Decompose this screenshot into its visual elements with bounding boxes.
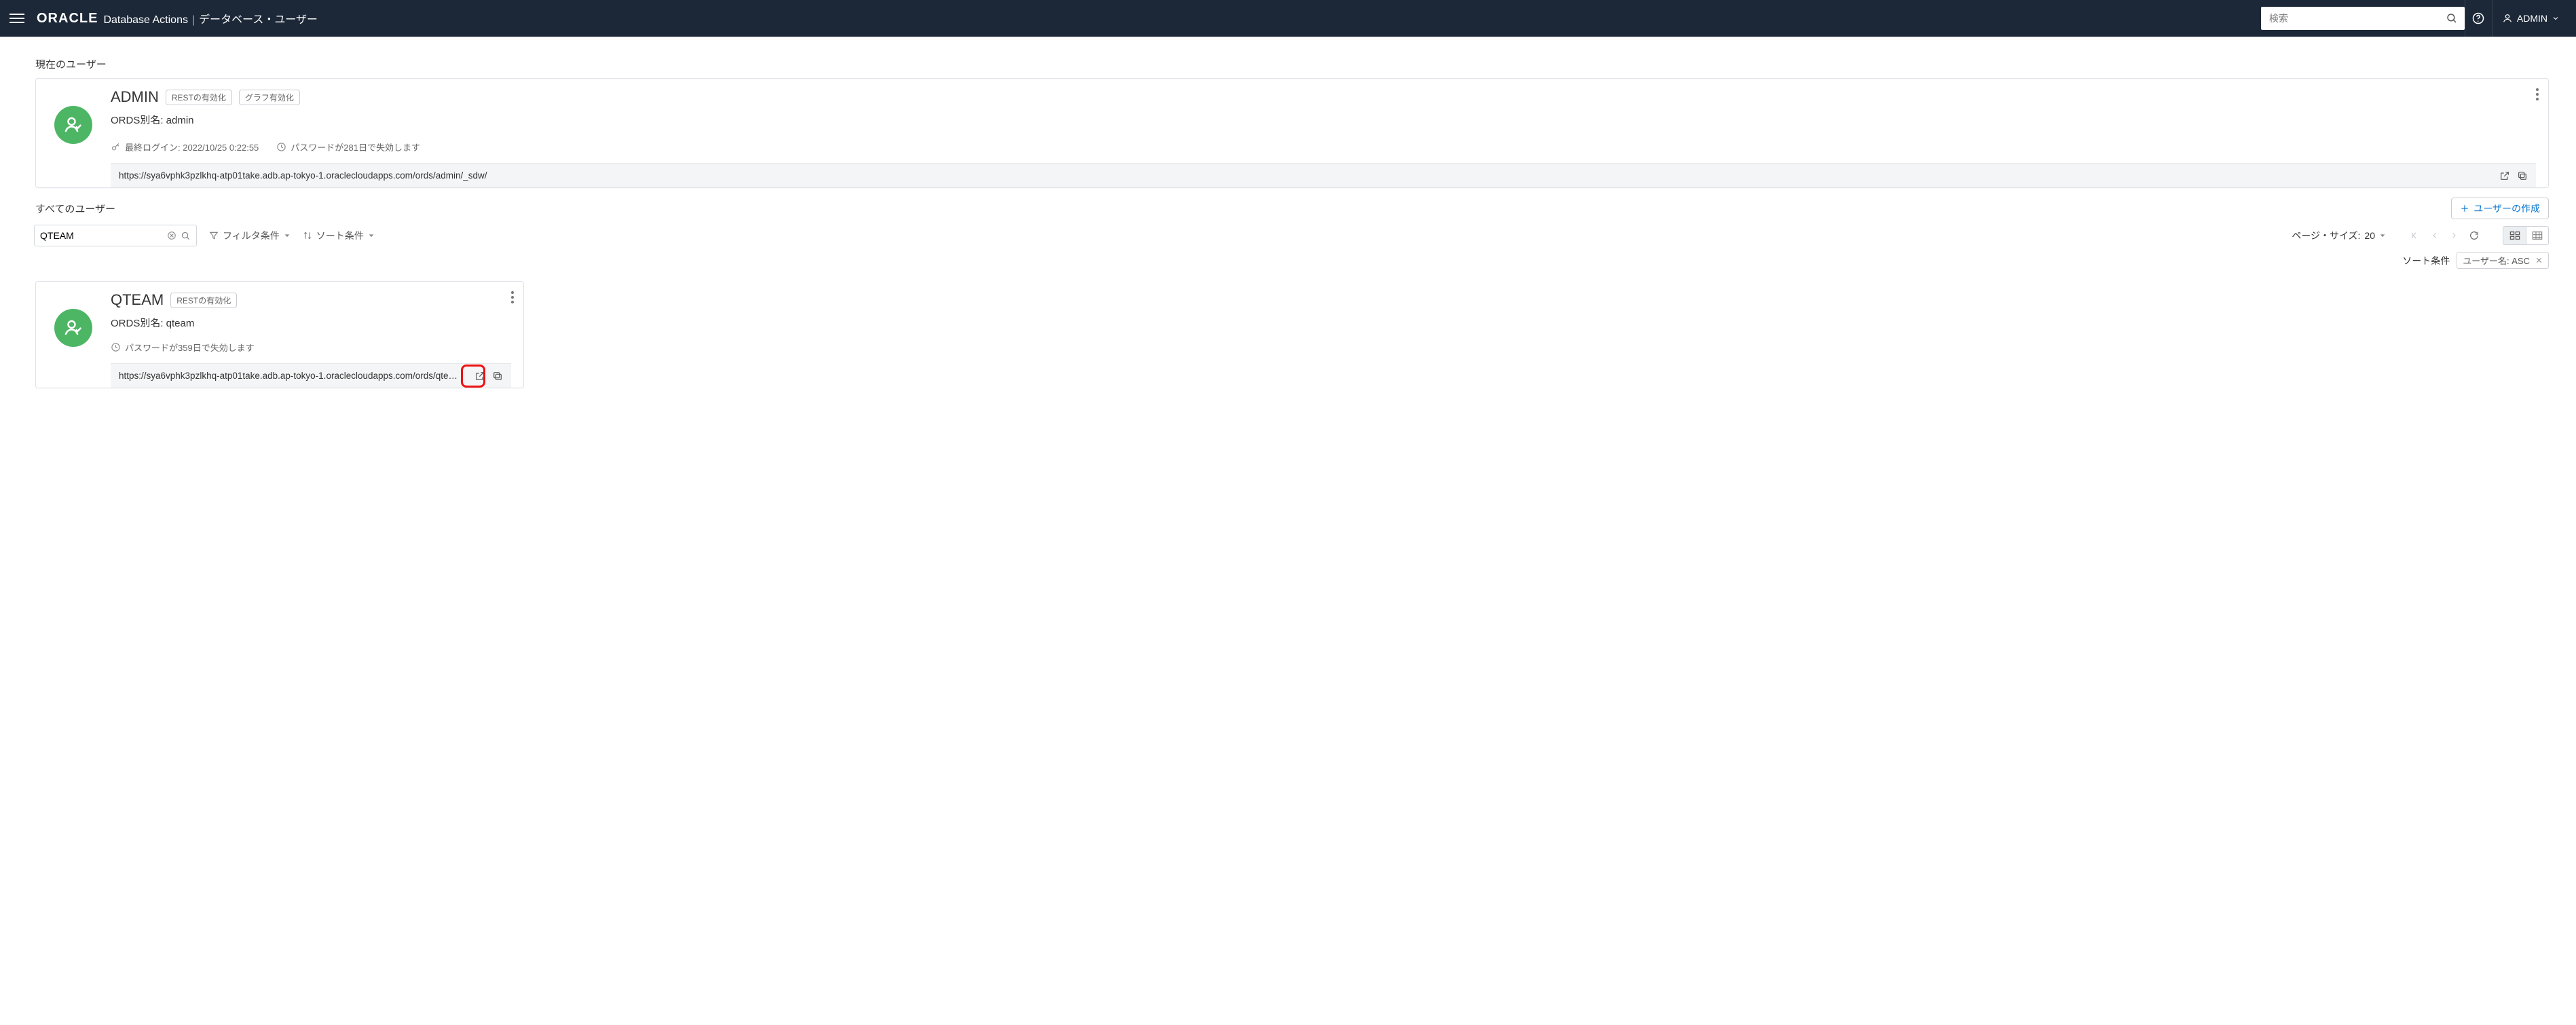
current-user-label: ADMIN	[2517, 13, 2547, 24]
hamburger-menu-icon[interactable]	[10, 11, 24, 26]
user-toolbar: フィルタ条件 ソート条件 ページ・サイズ: 20	[34, 225, 2549, 246]
copy-icon[interactable]	[492, 371, 503, 381]
url-bar: https://sya6vphk3pzlkhq-atp01take.adb.ap…	[111, 363, 511, 388]
avatar	[54, 106, 92, 144]
top-navbar: ORACLE Database Actions|データベース・ユーザー ADMI…	[0, 0, 2576, 37]
avatar	[54, 309, 92, 347]
key-icon	[111, 142, 121, 152]
create-user-button[interactable]: ユーザーの作成	[2451, 198, 2549, 219]
open-new-tab-icon[interactable]	[2499, 170, 2510, 181]
current-user-card: ADMIN RESTの有効化 グラフ有効化 ORDS別名: admin 最終ログ…	[35, 78, 2549, 188]
sort-caret-icon	[368, 232, 375, 239]
search-icon[interactable]	[2439, 7, 2465, 30]
page-size-select[interactable]: ページ・サイズ: 20	[2292, 229, 2386, 242]
ords-alias: ORDS別名: admin	[111, 113, 2536, 127]
rest-enable-button[interactable]: RESTの有効化	[170, 293, 237, 308]
user-name: QTEAM	[111, 291, 164, 309]
password-expiry: パスワードが281日で失効します	[276, 141, 420, 153]
user-filter-input[interactable]	[34, 225, 197, 246]
ords-alias: ORDS別名: qteam	[111, 316, 511, 330]
user-card: QTEAM RESTの有効化 ORDS別名: qteam パスワードが359日で…	[35, 281, 524, 388]
sort-conditions-button[interactable]: ソート条件	[303, 229, 375, 242]
pager-next-icon	[2450, 231, 2458, 240]
last-login: 最終ログイン: 2022/10/25 0:22:55	[111, 141, 259, 153]
graph-enable-button[interactable]: グラフ有効化	[239, 90, 300, 105]
sort-chip: ユーザー名: ASC	[2457, 252, 2549, 269]
clock-icon	[111, 342, 121, 352]
card-menu-icon[interactable]	[2536, 88, 2539, 100]
filter-icon	[209, 231, 219, 240]
section-all-users: すべてのユーザー	[35, 202, 115, 216]
password-expiry: パスワードが359日で失効します	[111, 341, 255, 354]
search-input[interactable]	[2261, 13, 2439, 24]
url-text: https://sya6vphk3pzlkhq-atp01take.adb.ap…	[119, 170, 2499, 181]
view-table-icon[interactable]	[2526, 226, 2549, 245]
url-text: https://sya6vphk3pzlkhq-atp01take.adb.ap…	[119, 371, 474, 381]
view-toggle	[2503, 226, 2549, 245]
search-icon[interactable]	[181, 231, 191, 241]
pager-first-icon	[2410, 231, 2420, 240]
global-search[interactable]	[2261, 7, 2465, 30]
filter-conditions-button[interactable]: フィルタ条件	[209, 229, 291, 242]
card-menu-icon[interactable]	[511, 291, 514, 303]
pager-prev-icon	[2431, 231, 2439, 240]
oracle-logo: ORACLE	[37, 11, 98, 26]
pager	[2410, 230, 2480, 241]
user-icon	[2502, 13, 2513, 24]
chip-remove-icon[interactable]	[2535, 257, 2543, 264]
sort-caret-icon	[284, 232, 291, 239]
chevron-down-icon	[2379, 232, 2386, 239]
help-icon[interactable]	[2465, 0, 2492, 37]
open-new-tab-icon[interactable]	[474, 371, 485, 381]
user-filter-field[interactable]	[40, 230, 167, 241]
clear-icon[interactable]	[167, 231, 176, 240]
url-bar: https://sya6vphk3pzlkhq-atp01take.adb.ap…	[111, 163, 2536, 187]
app-title: Database Actions|データベース・ユーザー	[103, 10, 318, 26]
sort-icon	[303, 231, 312, 240]
clock-icon	[276, 142, 286, 152]
user-menu[interactable]: ADMIN	[2492, 0, 2569, 37]
refresh-icon[interactable]	[2469, 230, 2480, 241]
rest-enable-button[interactable]: RESTの有効化	[166, 90, 232, 105]
chevron-down-icon	[2552, 14, 2560, 22]
sort-chip-prefix: ソート条件	[2402, 254, 2450, 267]
view-cards-icon[interactable]	[2503, 226, 2526, 245]
plus-icon	[2460, 204, 2469, 213]
user-name: ADMIN	[111, 88, 159, 106]
section-current-user: 現在のユーザー	[35, 57, 2549, 71]
copy-icon[interactable]	[2517, 170, 2528, 181]
page-title: データベース・ユーザー	[199, 14, 318, 26]
app-name: Database Actions	[103, 14, 188, 26]
